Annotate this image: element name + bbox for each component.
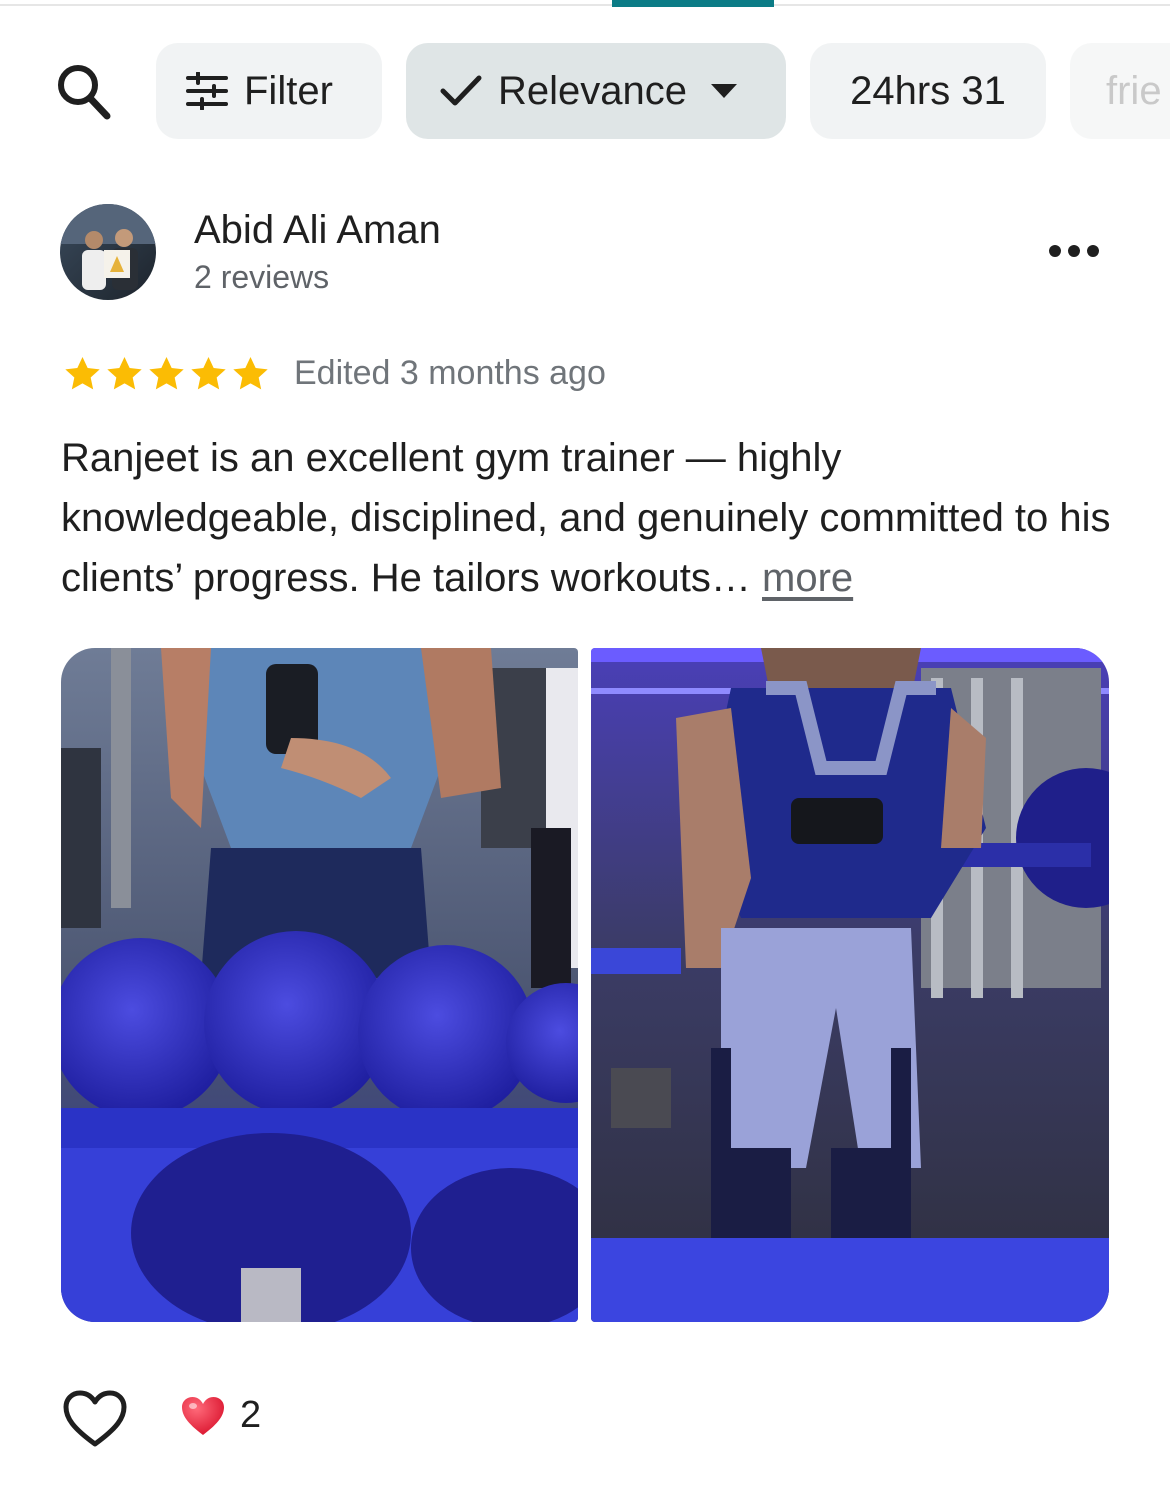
filter-chip[interactable]: Filter (156, 43, 382, 139)
heart-outline-icon (63, 1390, 127, 1447)
star-icon (107, 357, 142, 390)
review-text: Ranjeet is an excellent gym trainer — hi… (61, 428, 1121, 608)
sort-relevance-chip[interactable]: Relevance (406, 43, 786, 139)
star-icon (191, 357, 226, 390)
review-photo-2[interactable] (591, 648, 1109, 1322)
more-horizontal-icon (1049, 245, 1099, 257)
reaction-count: 2 (240, 1394, 262, 1436)
like-button[interactable] (60, 1388, 130, 1450)
search-button[interactable] (50, 58, 116, 124)
review-body: Ranjeet is an excellent gym trainer — hi… (61, 436, 1111, 600)
read-more-link[interactable]: more (762, 556, 853, 600)
friends-chip[interactable]: frie (1070, 43, 1170, 139)
sliders-icon (186, 72, 228, 110)
check-icon (440, 74, 482, 108)
filter-label: Filter (244, 68, 333, 113)
star-rating (62, 354, 271, 394)
review-photo-1[interactable] (61, 648, 578, 1322)
review-count: 2 reviews (194, 259, 330, 295)
star-icon (233, 357, 268, 390)
more-options-button[interactable] (1046, 238, 1102, 264)
search-icon (58, 65, 111, 120)
reaction-summary[interactable]: 2 (180, 1394, 261, 1437)
hours-label: 24hrs 31 (850, 68, 1006, 113)
active-tab-indicator (612, 0, 774, 7)
friends-label: frie (1106, 68, 1162, 113)
hours-chip[interactable]: 24hrs 31 (810, 43, 1046, 139)
star-icon (149, 357, 184, 390)
edited-timestamp: Edited 3 months ago (294, 354, 606, 392)
star-icon (65, 357, 100, 390)
heart-emoji (182, 1396, 224, 1435)
top-divider (0, 4, 1170, 6)
sort-label: Relevance (498, 68, 688, 113)
reviewer-name[interactable]: Abid Ali Aman (194, 208, 441, 253)
avatar[interactable] (60, 204, 156, 300)
caret-down-icon (709, 82, 739, 100)
